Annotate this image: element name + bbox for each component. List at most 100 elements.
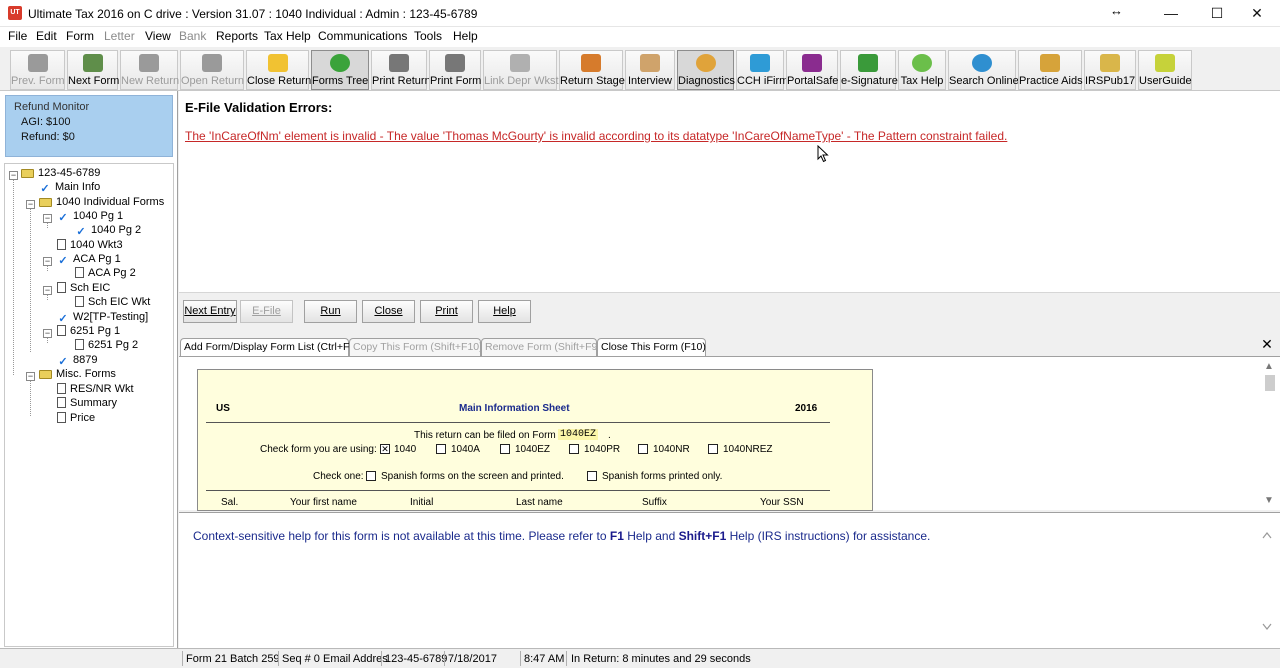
tree-item-summary[interactable]: Summary xyxy=(57,396,117,410)
tree-expander-misc[interactable]: − xyxy=(26,372,35,381)
link-depr-wkst-button[interactable]: Link Depr Wkst xyxy=(483,50,559,90)
diagnostics-button[interactable]: Diagnostics xyxy=(677,50,735,90)
tree-item-price[interactable]: Price xyxy=(57,411,95,425)
checkbox-spanish-screen[interactable] xyxy=(366,471,376,481)
next-form-button[interactable]: Next Form xyxy=(67,50,119,90)
print-return-button[interactable]: Print Return xyxy=(371,50,431,90)
tax-help-button[interactable]: Tax Help xyxy=(898,50,946,90)
efile-error-link[interactable]: The 'InCareOfNm' element is invalid - Th… xyxy=(185,129,1007,143)
option-1040pr-label: 1040PR xyxy=(584,444,621,455)
tree-item-1040-pg2[interactable]: ✓ 1040 Pg 2 xyxy=(75,223,141,238)
e-signature-button[interactable]: e-Signature xyxy=(840,50,898,90)
search-online-button[interactable]: Search Online xyxy=(948,50,1019,90)
menu-help[interactable]: Help xyxy=(453,29,478,43)
key-icon xyxy=(695,54,716,72)
help-button[interactable]: Help xyxy=(478,300,531,323)
tab-copy-form[interactable]: Copy This Form (Shift+F10) xyxy=(349,338,483,356)
forms-tree-button[interactable]: Forms Tree xyxy=(311,50,369,90)
close-window-button[interactable]: ✕ xyxy=(1234,0,1280,27)
tree-expander-aca[interactable]: − xyxy=(43,257,52,266)
printer-icon xyxy=(389,54,409,72)
tree-item-6251-pg1[interactable]: 6251 Pg 1 xyxy=(57,324,120,338)
tree-expander-1040[interactable]: − xyxy=(26,200,35,209)
print-form-icon xyxy=(445,54,465,72)
tree-item-sch-eic-wkt[interactable]: Sch EIC Wkt xyxy=(75,295,150,309)
option-1040-label: 1040 xyxy=(394,444,417,455)
checkbox-1040ez[interactable] xyxy=(500,444,510,454)
tree-item-aca-pg1[interactable]: ✓ ACA Pg 1 xyxy=(57,252,120,267)
efile-button[interactable]: E-File xyxy=(240,300,293,323)
tree-expander-6251[interactable]: − xyxy=(43,329,52,338)
new-return-button[interactable]: New Return xyxy=(120,50,179,90)
app-logo-icon: UT xyxy=(8,6,22,20)
run-button[interactable]: Run xyxy=(304,300,357,323)
help-scroll-up-icon[interactable] xyxy=(1262,531,1272,539)
tree-item-aca-pg2[interactable]: ACA Pg 2 xyxy=(75,266,136,280)
document-icon xyxy=(57,282,66,293)
menu-tax-help[interactable]: Tax Help xyxy=(264,29,311,43)
tree-item-misc-forms[interactable]: Misc. Forms xyxy=(39,367,116,381)
checkbox-spanish-printed[interactable] xyxy=(587,471,597,481)
menu-tools[interactable]: Tools xyxy=(414,29,442,43)
tree-item-8879[interactable]: ✓ 8879 xyxy=(57,353,97,368)
tab-add-form[interactable]: Add Form/Display Form List (Ctrl+F10) xyxy=(180,338,365,356)
check-icon: ✓ xyxy=(58,212,68,224)
checkbox-1040[interactable]: ✕ xyxy=(380,444,390,454)
checkbox-1040nr[interactable] xyxy=(638,444,648,454)
next-entry-button[interactable]: Next Entry xyxy=(183,300,237,323)
menu-bank[interactable]: Bank xyxy=(179,29,206,43)
folder-icon xyxy=(39,198,52,207)
tree-item-w2[interactable]: ✓ W2[TP-Testing] xyxy=(57,310,148,325)
scroll-up-icon[interactable]: ▲ xyxy=(1264,361,1274,372)
menu-letter[interactable]: Letter xyxy=(104,29,135,43)
tab-remove-form[interactable]: Remove Form (Shift+F9) xyxy=(481,338,601,356)
return-stage-button[interactable]: Return Stage xyxy=(559,50,625,90)
tree-item-res-nr-wkt[interactable]: RES/NR Wkt xyxy=(57,382,134,396)
tree-item-sch-eic[interactable]: Sch EIC xyxy=(57,281,110,295)
practice-aids-button[interactable]: Practice Aids xyxy=(1018,50,1083,90)
check-icon: ✓ xyxy=(58,255,68,267)
menu-file[interactable]: File xyxy=(8,29,27,43)
minimize-button[interactable]: — xyxy=(1148,0,1194,27)
tab-close-form[interactable]: Close This Form (F10) xyxy=(597,338,706,356)
spanish-screen-label: Spanish forms on the screen and printed. xyxy=(381,471,564,482)
document-icon xyxy=(75,339,84,350)
cch-ifirm-button[interactable]: CCH iFirm xyxy=(736,50,788,90)
tree-item-1040-wkt3[interactable]: 1040 Wkt3 xyxy=(57,238,123,252)
form-scrollbar[interactable]: ▲ ▼ xyxy=(1262,359,1278,509)
tree-expander-root[interactable]: − xyxy=(9,171,18,180)
menu-form[interactable]: Form xyxy=(66,29,94,43)
close-return-button[interactable]: Close Return xyxy=(246,50,311,90)
menu-communications[interactable]: Communications xyxy=(318,29,407,43)
help-scroll-down-icon[interactable] xyxy=(1262,623,1272,631)
checkbox-1040pr[interactable] xyxy=(569,444,579,454)
userguide-button[interactable]: UserGuide xyxy=(1138,50,1192,90)
tree-expander-sch-eic[interactable]: − xyxy=(43,286,52,295)
portalsafe-button[interactable]: PortalSafe xyxy=(786,50,838,90)
tree-item-1040-pg1[interactable]: ✓ 1040 Pg 1 xyxy=(57,209,123,224)
irspub17-button[interactable]: IRSPub17 xyxy=(1084,50,1136,90)
form-area: US Main Information Sheet 2016 This retu… xyxy=(179,356,1280,511)
menu-edit[interactable]: Edit xyxy=(36,29,57,43)
prev-form-button[interactable]: Prev. Form xyxy=(10,50,65,90)
tree-item-6251-pg2[interactable]: 6251 Pg 2 xyxy=(75,338,138,352)
close-form-icon[interactable]: ✕ xyxy=(1260,336,1274,352)
open-return-button[interactable]: Open Return xyxy=(180,50,244,90)
scroll-down-icon[interactable]: ▼ xyxy=(1264,495,1274,506)
print-form-button[interactable]: Print Form xyxy=(429,50,481,90)
scroll-thumb[interactable] xyxy=(1265,375,1275,391)
tree-expander-1040pg1[interactable]: − xyxy=(43,214,52,223)
close-button[interactable]: Close xyxy=(362,300,415,323)
menu-reports[interactable]: Reports xyxy=(216,29,258,43)
print-button[interactable]: Print xyxy=(420,300,473,323)
refund-value: Refund: $0 xyxy=(21,131,75,143)
tree-item-1040-individual-forms[interactable]: 1040 Individual Forms xyxy=(39,195,164,209)
tree-item-return[interactable]: 123-45-6789 xyxy=(21,166,100,180)
interview-button[interactable]: Interview xyxy=(625,50,675,90)
checkbox-1040a[interactable] xyxy=(436,444,446,454)
menu-view[interactable]: View xyxy=(145,29,171,43)
checkbox-1040nrez[interactable] xyxy=(708,444,718,454)
userguide-icon xyxy=(1155,54,1175,72)
tree-item-main-info[interactable]: ✓ Main Info xyxy=(39,180,100,195)
status-in-return: In Return: 8 minutes and 29 seconds xyxy=(571,653,751,665)
